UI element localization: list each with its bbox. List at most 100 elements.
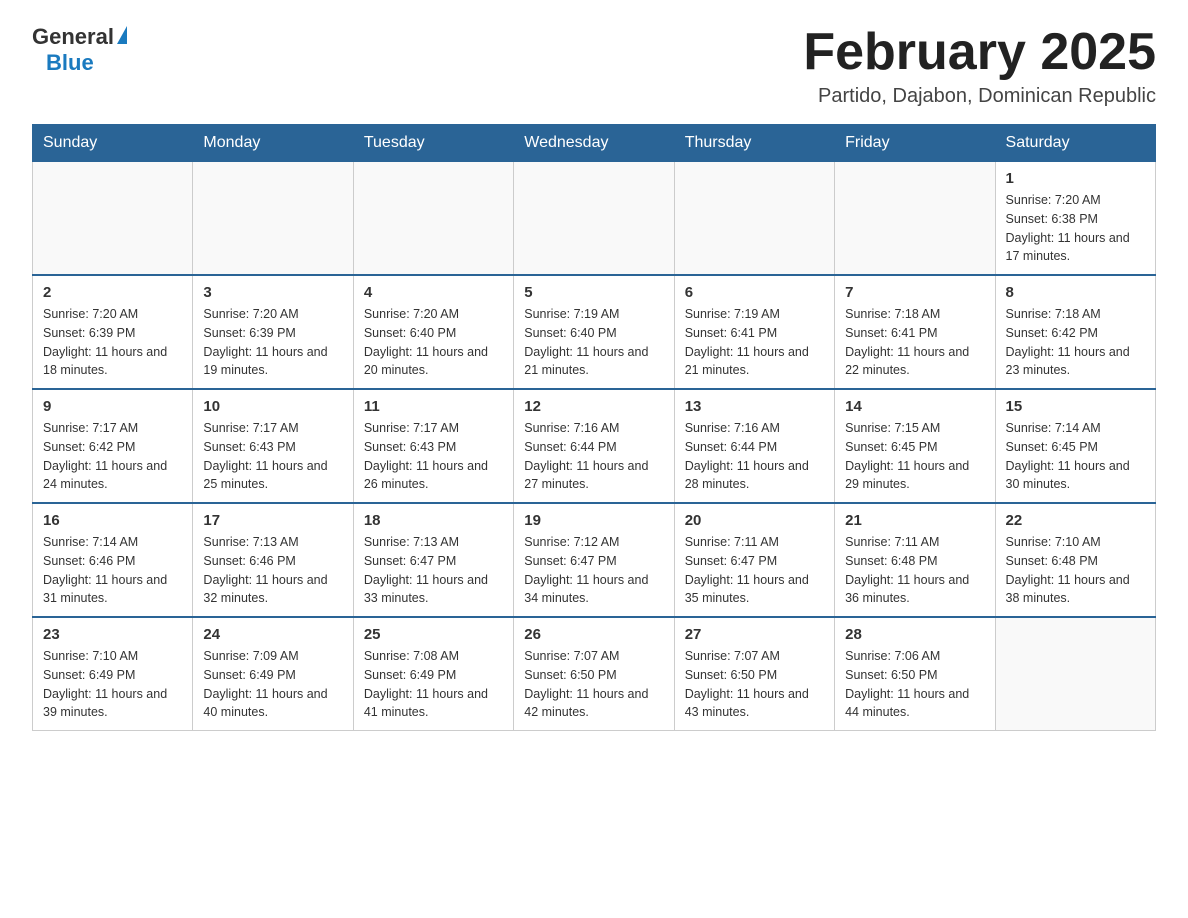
day-info: Sunrise: 7:14 AMSunset: 6:45 PMDaylight:…	[1006, 419, 1145, 494]
calendar-cell: 19 Sunrise: 7:12 AMSunset: 6:47 PMDayligh…	[514, 503, 674, 617]
day-info: Sunrise: 7:17 AMSunset: 6:42 PMDaylight:…	[43, 419, 182, 494]
calendar-cell	[674, 161, 834, 275]
day-info: Sunrise: 7:20 AMSunset: 6:39 PMDaylight:…	[203, 305, 342, 380]
day-info: Sunrise: 7:16 AMSunset: 6:44 PMDaylight:…	[685, 419, 824, 494]
calendar-header-row: SundayMondayTuesdayWednesdayThursdayFrid…	[33, 125, 1156, 161]
calendar-cell: 18Sunrise: 7:13 AMSunset: 6:47 PMDayligh…	[353, 503, 513, 617]
calendar-header-friday: Friday	[835, 125, 995, 161]
day-number: 18	[364, 512, 503, 529]
calendar-header-monday: Monday	[193, 125, 353, 161]
day-info: Sunrise: 7:07 AMSunset: 6:50 PMDaylight:…	[524, 647, 663, 722]
calendar-cell: 25 Sunrise: 7:08 AMSunset: 6:49 PMDayligh…	[353, 617, 513, 731]
calendar-cell: 23 Sunrise: 7:10 AMSunset: 6:49 PMDayligh…	[33, 617, 193, 731]
day-info: Sunrise: 7:06 AMSunset: 6:50 PMDaylight:…	[845, 647, 984, 722]
day-info: Sunrise: 7:19 AMSunset: 6:40 PMDaylight:…	[524, 305, 663, 380]
calendar-cell: 2Sunrise: 7:20 AMSunset: 6:39 PMDaylight…	[33, 275, 193, 389]
day-info: Sunrise: 7:16 AMSunset: 6:44 PMDaylight:…	[524, 419, 663, 494]
month-title: February 2025	[803, 24, 1156, 81]
day-info: Sunrise: 7:20 AMSunset: 6:40 PMDaylight:…	[364, 305, 503, 380]
calendar-cell	[193, 161, 353, 275]
calendar-cell: 13 Sunrise: 7:16 AMSunset: 6:44 PMDayligh…	[674, 389, 834, 503]
day-number: 9	[43, 398, 182, 415]
calendar-cell: 4 Sunrise: 7:20 AMSunset: 6:40 PMDaylight…	[353, 275, 513, 389]
day-info: Sunrise: 7:09 AMSunset: 6:49 PMDaylight:…	[203, 647, 342, 722]
calendar-cell: 16 Sunrise: 7:14 AMSunset: 6:46 PMDayligh…	[33, 503, 193, 617]
day-number: 28	[845, 626, 984, 643]
day-number: 20	[685, 512, 824, 529]
calendar-week-row: 16 Sunrise: 7:14 AMSunset: 6:46 PMDayligh…	[33, 503, 1156, 617]
calendar-header-sunday: Sunday	[33, 125, 193, 161]
calendar-cell: 8 Sunrise: 7:18 AMSunset: 6:42 PMDaylight…	[995, 275, 1155, 389]
day-number: 23	[43, 626, 182, 643]
calendar-cell	[835, 161, 995, 275]
calendar-cell: 14 Sunrise: 7:15 AMSunset: 6:45 PMDayligh…	[835, 389, 995, 503]
day-number: 7	[845, 284, 984, 301]
page-header: General Blue February 2025 Partido, Daja…	[32, 24, 1156, 108]
calendar-cell: 9 Sunrise: 7:17 AMSunset: 6:42 PMDaylight…	[33, 389, 193, 503]
location-subtitle: Partido, Dajabon, Dominican Republic	[803, 85, 1156, 108]
day-number: 15	[1006, 398, 1145, 415]
calendar-week-row: 2 Sunrise: 7:20 AMSunset: 6:39 PMDaylight…	[33, 275, 1156, 389]
day-info: Sunrise: 7:19 AMSunset: 6:41 PMDaylight:…	[685, 305, 824, 380]
calendar-cell: 10Sunrise: 7:17 AMSunset: 6:43 PMDayligh…	[193, 389, 353, 503]
day-number: 8	[1006, 284, 1145, 301]
calendar-header-thursday: Thursday	[674, 125, 834, 161]
calendar-week-row: 23 Sunrise: 7:10 AMSunset: 6:49 PMDayligh…	[33, 617, 1156, 731]
calendar-cell: 12Sunrise: 7:16 AMSunset: 6:44 PMDayligh…	[514, 389, 674, 503]
day-number: 13	[685, 398, 824, 415]
day-number: 24	[203, 626, 342, 643]
day-number: 27	[685, 626, 824, 643]
day-info: Sunrise: 7:17 AMSunset: 6:43 PMDaylight:…	[364, 419, 503, 494]
logo: General Blue	[32, 24, 127, 76]
day-info: Sunrise: 7:11 AMSunset: 6:48 PMDaylight:…	[845, 533, 984, 608]
day-number: 3	[203, 284, 342, 301]
day-number: 22	[1006, 512, 1145, 529]
day-number: 6	[685, 284, 824, 301]
day-number: 2	[43, 284, 182, 301]
day-info: Sunrise: 7:10 AMSunset: 6:49 PMDaylight:…	[43, 647, 182, 722]
calendar-cell: 27 Sunrise: 7:07 AMSunset: 6:50 PMDayligh…	[674, 617, 834, 731]
day-info: Sunrise: 7:18 AMSunset: 6:42 PMDaylight:…	[1006, 305, 1145, 380]
day-info: Sunrise: 7:08 AMSunset: 6:49 PMDaylight:…	[364, 647, 503, 722]
calendar-header-tuesday: Tuesday	[353, 125, 513, 161]
day-number: 16	[43, 512, 182, 529]
day-info: Sunrise: 7:20 AMSunset: 6:38 PMDaylight:…	[1006, 191, 1145, 266]
calendar-cell: 17Sunrise: 7:13 AMSunset: 6:46 PMDayligh…	[193, 503, 353, 617]
day-info: Sunrise: 7:18 AMSunset: 6:41 PMDaylight:…	[845, 305, 984, 380]
day-number: 10	[203, 398, 342, 415]
calendar-cell: 26 Sunrise: 7:07 AMSunset: 6:50 PMDayligh…	[514, 617, 674, 731]
calendar-week-row: 1 Sunrise: 7:20 AMSunset: 6:38 PMDaylight…	[33, 161, 1156, 275]
day-number: 17	[203, 512, 342, 529]
day-info: Sunrise: 7:12 AMSunset: 6:47 PMDaylight:…	[524, 533, 663, 608]
calendar-cell: 7 Sunrise: 7:18 AMSunset: 6:41 PMDaylight…	[835, 275, 995, 389]
calendar-cell: 1 Sunrise: 7:20 AMSunset: 6:38 PMDaylight…	[995, 161, 1155, 275]
day-info: Sunrise: 7:11 AMSunset: 6:47 PMDaylight:…	[685, 533, 824, 608]
day-number: 14	[845, 398, 984, 415]
calendar-cell: 6 Sunrise: 7:19 AMSunset: 6:41 PMDaylight…	[674, 275, 834, 389]
logo-blue-text: Blue	[46, 50, 94, 76]
calendar-header-wednesday: Wednesday	[514, 125, 674, 161]
calendar-header-saturday: Saturday	[995, 125, 1155, 161]
day-number: 19	[524, 512, 663, 529]
calendar-cell: 15 Sunrise: 7:14 AMSunset: 6:45 PMDayligh…	[995, 389, 1155, 503]
calendar-cell	[353, 161, 513, 275]
calendar-cell: 21Sunrise: 7:11 AMSunset: 6:48 PMDayligh…	[835, 503, 995, 617]
calendar-cell	[995, 617, 1155, 731]
calendar-cell: 20 Sunrise: 7:11 AMSunset: 6:47 PMDayligh…	[674, 503, 834, 617]
day-info: Sunrise: 7:14 AMSunset: 6:46 PMDaylight:…	[43, 533, 182, 608]
day-info: Sunrise: 7:07 AMSunset: 6:50 PMDaylight:…	[685, 647, 824, 722]
calendar-week-row: 9 Sunrise: 7:17 AMSunset: 6:42 PMDaylight…	[33, 389, 1156, 503]
calendar-cell	[33, 161, 193, 275]
calendar-cell: 11 Sunrise: 7:17 AMSunset: 6:43 PMDayligh…	[353, 389, 513, 503]
day-number: 4	[364, 284, 503, 301]
day-number: 1	[1006, 170, 1145, 187]
calendar-cell	[514, 161, 674, 275]
calendar-cell: 24 Sunrise: 7:09 AMSunset: 6:49 PMDayligh…	[193, 617, 353, 731]
day-info: Sunrise: 7:15 AMSunset: 6:45 PMDaylight:…	[845, 419, 984, 494]
day-number: 26	[524, 626, 663, 643]
day-number: 25	[364, 626, 503, 643]
calendar-cell: 3 Sunrise: 7:20 AMSunset: 6:39 PMDaylight…	[193, 275, 353, 389]
calendar-cell: 28 Sunrise: 7:06 AMSunset: 6:50 PMDayligh…	[835, 617, 995, 731]
day-info: Sunrise: 7:10 AMSunset: 6:48 PMDaylight:…	[1006, 533, 1145, 608]
day-number: 11	[364, 398, 503, 415]
